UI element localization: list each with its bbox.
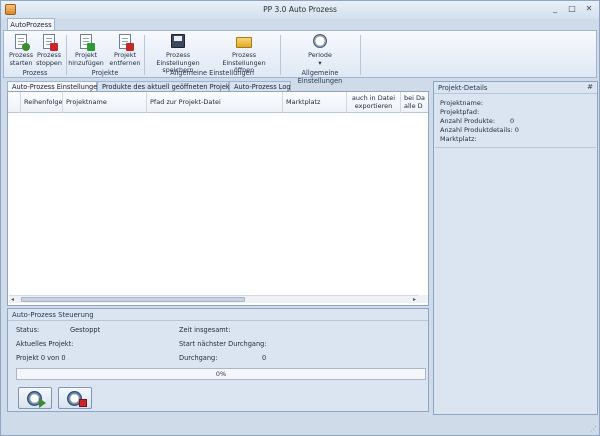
grid-col-bei-datei[interactable]: bei Da alle D (400, 92, 428, 113)
divider (8, 320, 428, 321)
start-process-button[interactable]: Prozess starten (8, 34, 34, 67)
status-value: Gestoppt (70, 326, 101, 334)
grid-header: Reihenfolge Projektname Pfad zur Projekt… (8, 92, 428, 113)
current-project-label: Aktuelles Projekt: (16, 340, 74, 348)
save-settings-icon (170, 34, 186, 50)
pin-icon[interactable]: # (587, 83, 593, 91)
period-clock-icon (312, 34, 328, 50)
add-project-icon (78, 34, 95, 51)
control-panel: Auto-Prozess Steuerung Status: Gestoppt … (7, 308, 429, 412)
detail-row-projektname: Projektname: (440, 99, 484, 107)
separator (360, 35, 361, 75)
window-title: PP 3.0 Auto Prozess (263, 5, 337, 14)
control-panel-title: Auto-Prozess Steuerung (12, 311, 94, 319)
project-count: Projekt 0 von 0 (16, 354, 66, 362)
group-label-einstellungen: Allgemeine Einstellungen (170, 69, 254, 77)
scroll-left-icon[interactable]: ◂ (11, 296, 14, 303)
remove-project-button[interactable]: Projekt entfernen (108, 34, 142, 67)
play-icon (39, 398, 46, 408)
resize-grip-icon[interactable]: ⋰ (590, 425, 597, 433)
grid-col-reihenfolge[interactable]: Reihenfolge (20, 92, 62, 113)
grid-col-projektname[interactable]: Projektname (62, 92, 146, 113)
detail-row-anzahl-produktdetails: Anzahl Produktdetails: 0 (440, 126, 519, 134)
project-details-panel: Projekt-Details # Projektname: Projektpf… (433, 81, 598, 415)
main-window: PP 3.0 Auto Prozess _ □ ✕ AutoProzess Pr… (0, 0, 600, 436)
chevron-down-icon: ▾ (318, 58, 322, 67)
progress-text: 0% (215, 370, 227, 378)
stop-process-button[interactable]: Prozess stoppen (36, 34, 62, 67)
start-process-icon (13, 34, 30, 51)
remove-project-icon (117, 34, 134, 51)
next-run-label: Start nächster Durchgang: (179, 340, 267, 348)
close-icon[interactable]: ✕ (583, 4, 595, 14)
detail-row-anzahl-produkte: Anzahl Produkte: 0 (440, 117, 515, 125)
scroll-thumb[interactable] (21, 297, 245, 302)
ribbon: Prozess starten Prozess stoppen Prozess … (3, 30, 597, 85)
progress-bar: 0% (16, 368, 426, 380)
run-value: 0 (262, 354, 267, 362)
details-title: Projekt-Details (438, 84, 488, 92)
separator (280, 35, 281, 75)
scroll-corner (418, 295, 428, 303)
start-process-big-button[interactable] (18, 387, 52, 409)
separator (66, 35, 67, 75)
maximize-icon[interactable]: □ (566, 4, 578, 14)
project-grid[interactable]: Reihenfolge Projektname Pfad zur Projekt… (7, 91, 429, 306)
run-label: Durchgang: (179, 354, 218, 362)
group-label-einstellungen-2: Allgemeine Einstellungen (297, 69, 343, 85)
grid-col-marktplatz[interactable]: Marktplatz (282, 92, 346, 113)
details-box: Projektname: Projektpfad: Anzahl Produkt… (435, 94, 596, 148)
grid-col-export[interactable]: auch in Datei exportieren (346, 92, 400, 113)
grid-col-select[interactable] (8, 92, 20, 113)
add-project-button[interactable]: Projekt hinzufügen (68, 34, 104, 67)
open-settings-icon (236, 34, 252, 50)
stop-process-big-button[interactable] (58, 387, 92, 409)
total-time-label: Zeit insgesamt: (179, 326, 231, 334)
group-label-projekte: Projekte (91, 69, 119, 77)
grid-col-pfad[interactable]: Pfad zur Projekt-Datei (146, 92, 282, 113)
stop-icon (79, 399, 87, 407)
detail-row-projektpfad: Projektpfad: (440, 108, 480, 116)
minimize-icon[interactable]: _ (549, 4, 561, 14)
separator (144, 35, 145, 75)
period-dropdown-button[interactable]: Periode ▾ (300, 34, 340, 67)
horizontal-scrollbar[interactable]: ◂ ▸ (9, 295, 418, 303)
title-bar: PP 3.0 Auto Prozess _ □ ✕ (1, 1, 599, 19)
detail-row-marktplatz: Marktplatz: (440, 135, 477, 143)
status-label: Status: (16, 326, 40, 334)
group-label-prozess: Prozess (22, 69, 48, 77)
scroll-right-icon[interactable]: ▸ (413, 296, 416, 303)
stop-process-icon (41, 34, 58, 51)
